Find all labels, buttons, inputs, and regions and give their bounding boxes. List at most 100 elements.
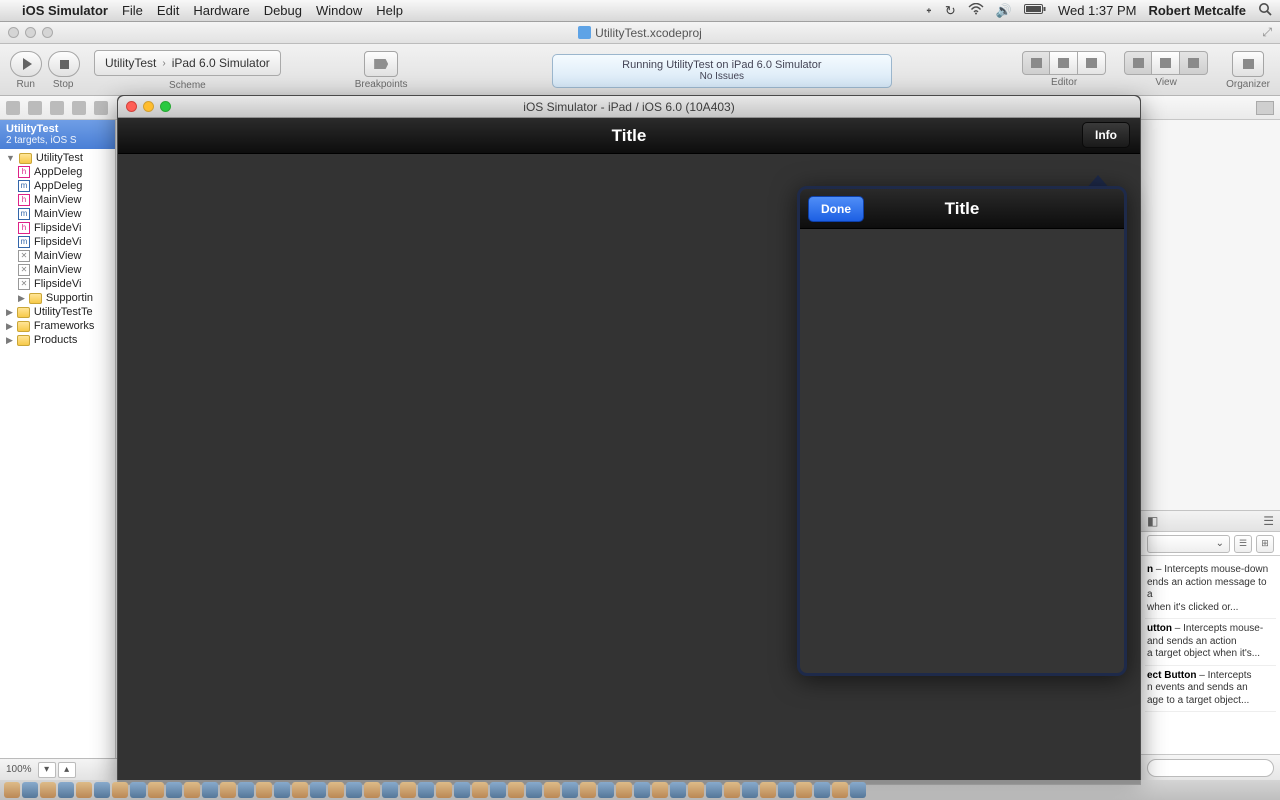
debug-pane-icon <box>1160 58 1171 68</box>
symbol-navigator-icon[interactable] <box>28 101 42 115</box>
issue-navigator-icon[interactable] <box>72 101 86 115</box>
tree-row[interactable]: ✕FlipsideVi <box>0 277 115 291</box>
library-grid-icon[interactable]: ⊞ <box>1256 535 1274 553</box>
library-filter-pulldown[interactable]: ⌄ <box>1147 535 1230 553</box>
library-snippets-icon[interactable]: ☰ <box>1263 514 1274 528</box>
chevron-right-icon: › <box>162 58 165 69</box>
simulator-titlebar[interactable]: iOS Simulator - iPad / iOS 6.0 (10A403) <box>118 96 1140 118</box>
battery-icon[interactable] <box>1024 3 1046 18</box>
project-icon <box>578 26 591 39</box>
tree-row[interactable]: hMainView <box>0 193 115 207</box>
menu-edit[interactable]: Edit <box>157 3 179 18</box>
menu-hardware[interactable]: Hardware <box>193 3 249 18</box>
menu-file[interactable]: File <box>122 3 143 18</box>
scheme-selector[interactable]: UtilityTest › iPad 6.0 Simulator <box>94 50 281 76</box>
menubar-user[interactable]: Robert Metcalfe <box>1148 3 1246 18</box>
tree-row[interactable]: ▶Products <box>0 333 115 347</box>
xcode-titlebar: UtilityTest.xcodeproj ⤢ <box>0 22 1280 44</box>
project-navigator: UtilityTest 2 targets, iOS S ▼UtilityTes… <box>0 120 116 780</box>
xcode-toolbar: Run Stop UtilityTest › iPad 6.0 Simulato… <box>0 44 1280 96</box>
zoom-value: 100% <box>0 764 38 775</box>
view-toggle-segment[interactable] <box>1124 51 1208 75</box>
tree-row[interactable]: mAppDeleg <box>0 179 115 193</box>
standard-editor-icon <box>1031 58 1042 68</box>
spotlight-icon[interactable] <box>1258 2 1272 19</box>
macos-menubar: iOS Simulator File Edit Hardware Debug W… <box>0 0 1280 22</box>
simulator-traffic-lights[interactable] <box>126 101 171 112</box>
activity-line1: Running UtilityTest on iPad 6.0 Simulato… <box>622 59 821 71</box>
organizer-label: Organizer <box>1226 79 1270 90</box>
tree-row[interactable]: hFlipsideVi <box>0 221 115 235</box>
flipside-popover: Done Title <box>797 186 1127 676</box>
activity-viewer: Running UtilityTest on iPad 6.0 Simulato… <box>552 54 892 88</box>
tree-row[interactable]: mMainView <box>0 207 115 221</box>
done-button[interactable]: Done <box>808 196 864 222</box>
app-navigation-bar: Title Info <box>118 118 1140 154</box>
wifi-icon[interactable] <box>968 3 984 18</box>
library-item[interactable]: n – Intercepts mouse-down ends an action… <box>1145 560 1276 619</box>
library-item[interactable]: ect Button – Interceptsn events and send… <box>1145 666 1276 713</box>
tree-row[interactable]: ▶UtilityTestTe <box>0 305 115 319</box>
fullscreen-icon[interactable]: ⤢ <box>1262 25 1272 40</box>
bluetooth-icon[interactable]: ᛭ <box>925 3 933 18</box>
info-button[interactable]: Info <box>1082 122 1130 148</box>
navigator-pane-icon <box>1133 58 1144 68</box>
library-search-input[interactable] <box>1147 759 1274 777</box>
project-name: UtilityTest <box>6 123 109 135</box>
stop-button[interactable] <box>48 51 80 77</box>
project-subtitle: 2 targets, iOS S <box>6 135 109 146</box>
volume-icon[interactable]: 🔊 <box>996 3 1012 19</box>
breakpoints-label: Breakpoints <box>355 79 408 90</box>
macos-dock[interactable] <box>0 780 1280 800</box>
debug-navigator-icon[interactable] <box>94 101 108 115</box>
menu-window[interactable]: Window <box>316 3 362 18</box>
xcode-traffic-lights[interactable] <box>8 27 53 38</box>
simulator-screen: Title Info Done Title <box>118 118 1140 784</box>
scheme-name: UtilityTest <box>105 56 156 70</box>
tree-row[interactable]: ▶Supportin <box>0 291 115 305</box>
menu-debug[interactable]: Debug <box>264 3 302 18</box>
editor-mode-segment[interactable] <box>1022 51 1106 75</box>
related-items-icon[interactable] <box>1256 101 1274 115</box>
app-nav-title: Title <box>612 126 647 146</box>
ios-simulator-window: iOS Simulator - iPad / iOS 6.0 (10A403) … <box>117 95 1141 785</box>
view-label: View <box>1155 77 1177 88</box>
object-library-list[interactable]: n – Intercepts mouse-down ends an action… <box>1141 556 1280 754</box>
scheme-dest: iPad 6.0 Simulator <box>172 56 270 70</box>
library-objects-icon[interactable]: ◧ <box>1147 514 1158 528</box>
popover-title: Title <box>945 199 980 219</box>
tree-row[interactable]: ▼UtilityTest <box>0 151 115 165</box>
tree-row[interactable]: ✕MainView <box>0 249 115 263</box>
project-header[interactable]: UtilityTest 2 targets, iOS S <box>0 120 115 149</box>
simulator-window-title: iOS Simulator - iPad / iOS 6.0 (10A403) <box>523 100 734 114</box>
scheme-label: Scheme <box>169 80 206 91</box>
popover-navigation-bar: Done Title <box>800 189 1124 229</box>
search-navigator-icon[interactable] <box>50 101 64 115</box>
menubar-clock[interactable]: Wed 1:37 PM <box>1058 3 1137 18</box>
version-editor-icon <box>1086 58 1097 68</box>
app-menu[interactable]: iOS Simulator <box>22 3 108 18</box>
tree-row[interactable]: mFlipsideVi <box>0 235 115 249</box>
stop-label: Stop <box>53 79 74 90</box>
activity-line2: No Issues <box>700 71 744 82</box>
editor-label: Editor <box>1051 77 1077 88</box>
breakpoints-button[interactable] <box>364 51 398 77</box>
assistant-editor-icon <box>1058 58 1069 68</box>
file-tree: ▼UtilityTesthAppDelegmAppDeleghMainViewm… <box>0 149 115 758</box>
organizer-button[interactable] <box>1232 51 1264 77</box>
zoom-out-button[interactable]: ▾ <box>38 762 56 778</box>
tree-row[interactable]: ▶Frameworks <box>0 319 115 333</box>
zoom-in-button[interactable]: ▴ <box>58 762 76 778</box>
run-button[interactable] <box>10 51 42 77</box>
library-list-icon[interactable]: ☰ <box>1234 535 1252 553</box>
timemachine-icon[interactable]: ↻ <box>945 3 956 19</box>
tree-row[interactable]: hAppDeleg <box>0 165 115 179</box>
menu-help[interactable]: Help <box>376 3 403 18</box>
tree-row[interactable]: ✕MainView <box>0 263 115 277</box>
utilities-pane-icon <box>1188 58 1199 68</box>
zoom-bar: 100% ▾ ▴ <box>0 758 120 780</box>
run-label: Run <box>17 79 35 90</box>
project-navigator-icon[interactable] <box>6 101 20 115</box>
xcode-window-title: UtilityTest.xcodeproj <box>595 26 702 40</box>
library-item[interactable]: utton – Intercepts mouse-and sends an ac… <box>1145 619 1276 666</box>
